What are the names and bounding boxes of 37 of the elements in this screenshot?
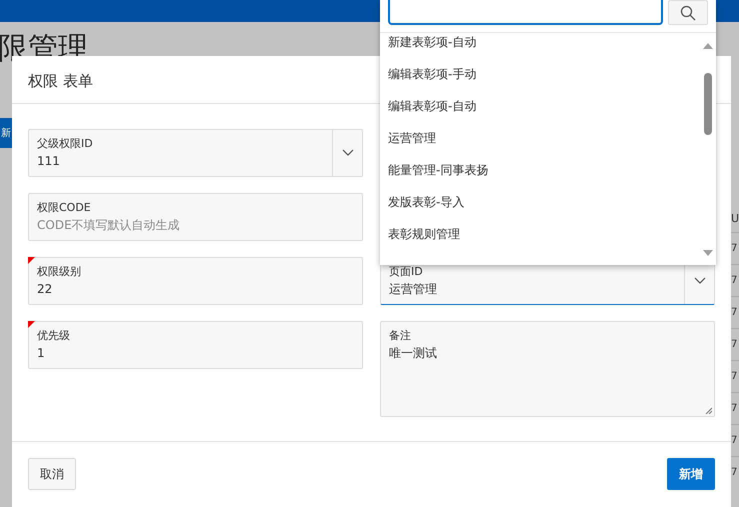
new-button[interactable]: 新: [0, 118, 12, 148]
input-field[interactable]: 权限CODE CODE不填写默认自动生成: [28, 193, 363, 241]
dropdown-option[interactable]: 运营管理: [380, 122, 702, 154]
chevron-down-icon: [342, 149, 354, 157]
dropdown-option[interactable]: 新建表彰项-自动: [380, 33, 702, 58]
field-label: 优先级: [37, 328, 71, 343]
chevron-down-icon: [694, 277, 706, 285]
dropdown-option[interactable]: 表彰规则管理: [380, 218, 702, 250]
cancel-button[interactable]: 取消: [28, 458, 76, 490]
field-label: 父级权限ID: [37, 136, 94, 151]
dropdown-option[interactable]: 发版表彰-导入: [380, 186, 702, 218]
submit-button[interactable]: 新增: [667, 458, 715, 490]
resize-grip-icon: [705, 407, 712, 414]
field-label: 备注: [389, 328, 412, 343]
field-label: 权限CODE: [37, 200, 92, 215]
field-value: 1: [37, 345, 46, 362]
search-field[interactable]: [388, 0, 663, 25]
field-placeholder: CODE不填写默认自动生成: [37, 217, 181, 234]
scrollbar-thumb[interactable]: [704, 73, 712, 135]
input-field[interactable]: 优先级 1: [28, 321, 363, 369]
text-area[interactable]: 备注 唯一测试: [380, 321, 715, 417]
field-value: 唯一测试: [389, 345, 438, 362]
column-header: U: [731, 211, 739, 227]
field-value: 111: [37, 153, 61, 170]
search-button[interactable]: [668, 0, 708, 25]
dropdown-option[interactable]: 编辑表彰项-手动: [380, 58, 702, 90]
input-field[interactable]: 权限级别 22: [28, 257, 363, 305]
dropdown-option[interactable]: 编辑表彰项-自动: [380, 90, 702, 122]
field-value: 22: [37, 281, 54, 298]
modal-title: 权限 表单: [28, 72, 93, 90]
field-label: 页面ID: [389, 264, 424, 279]
field-value: 运营管理: [389, 281, 438, 298]
dropdown-option[interactable]: 能量管理-同事表扬: [380, 154, 702, 186]
field-label: 权限级别: [37, 264, 82, 279]
scroll-up-icon[interactable]: [703, 43, 713, 49]
search-icon: [680, 4, 696, 20]
select-field[interactable]: 父级权限ID 111: [28, 129, 363, 177]
